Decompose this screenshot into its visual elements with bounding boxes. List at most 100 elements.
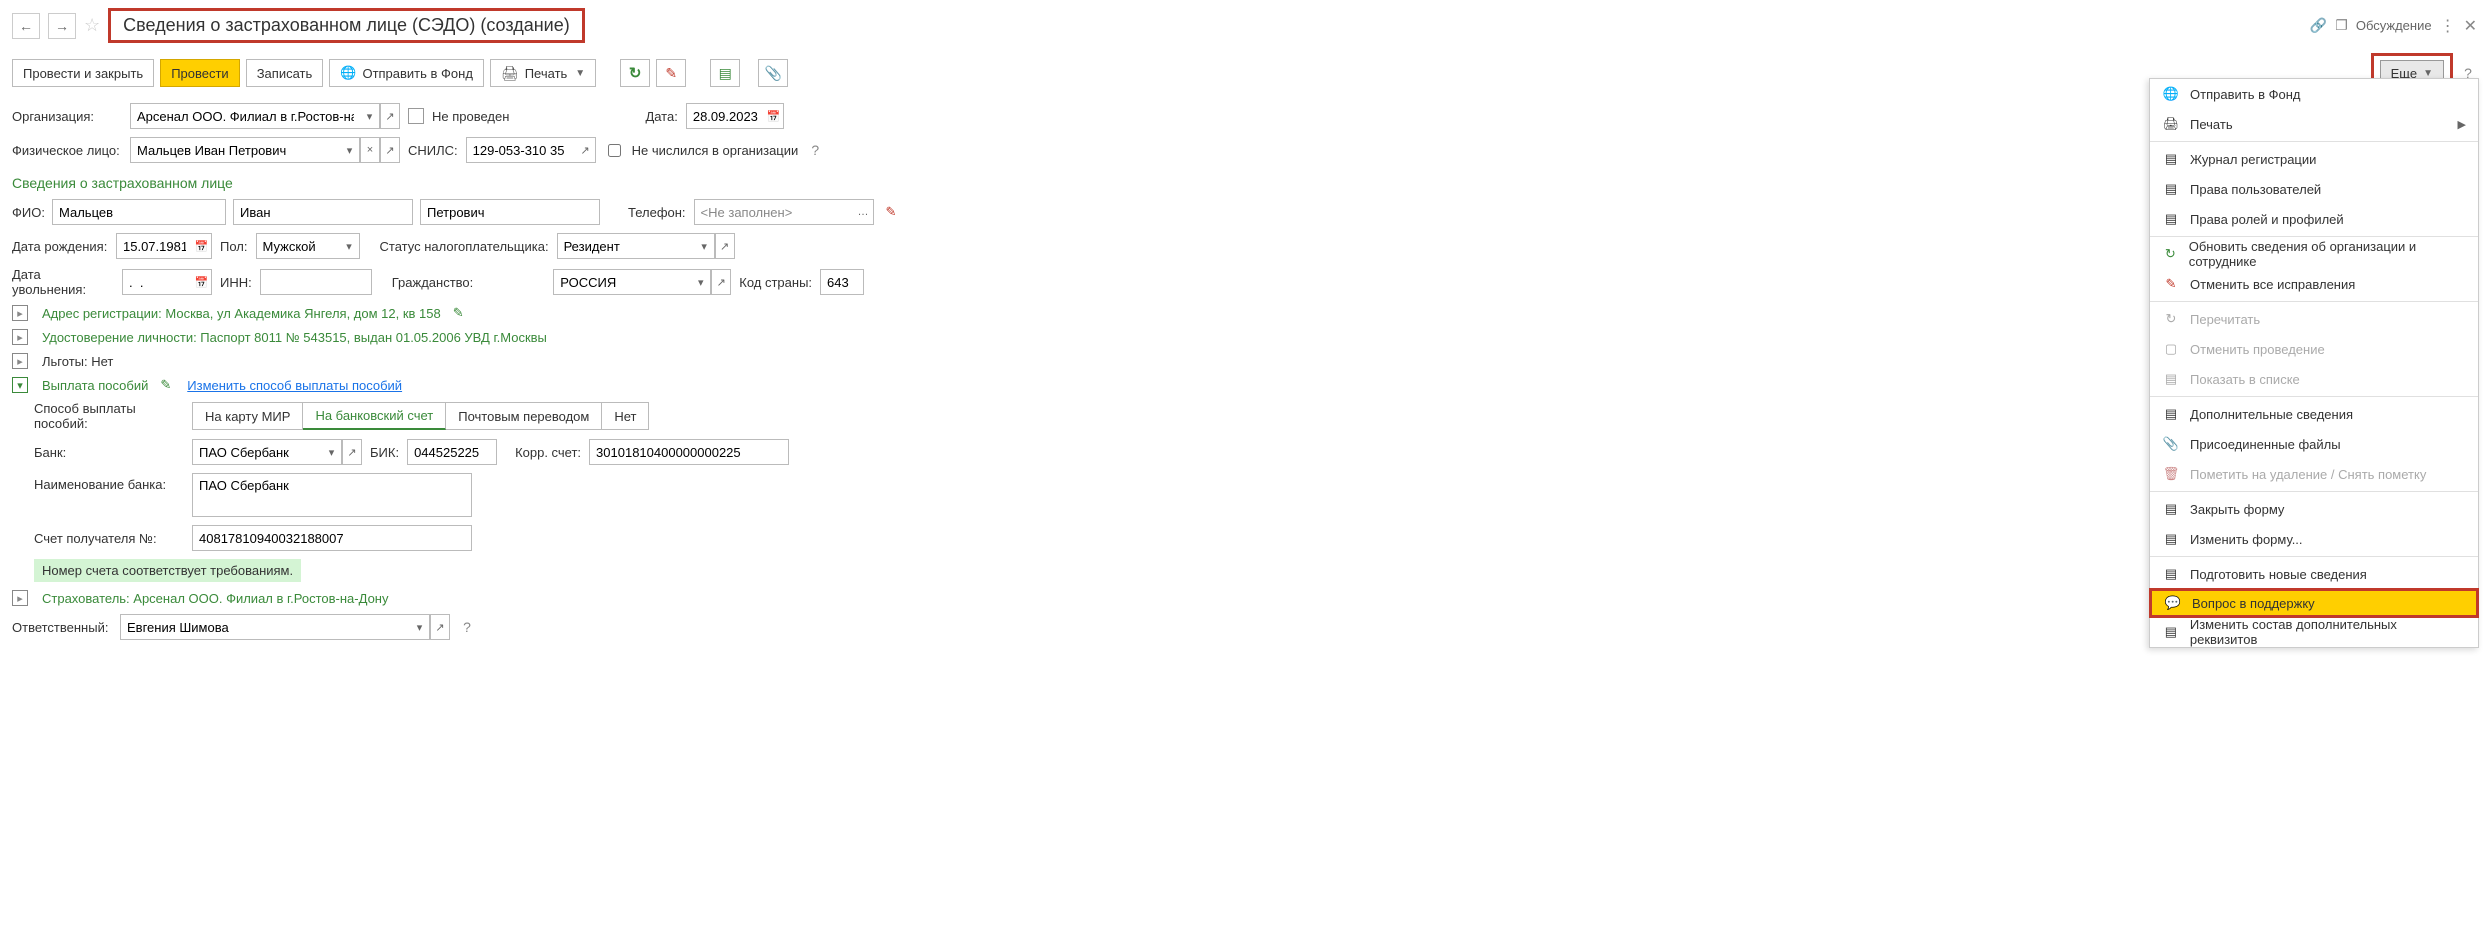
inn-input[interactable] xyxy=(260,269,372,295)
person-field[interactable]: ▾ × ↗ xyxy=(130,137,400,163)
sex-field[interactable]: ▾ xyxy=(256,233,360,259)
bik-input[interactable] xyxy=(407,439,497,465)
dismiss-date-input[interactable] xyxy=(122,269,192,295)
person-open-btn[interactable]: ↗ xyxy=(380,137,400,163)
org-dropdown-btn[interactable]: ▾ xyxy=(360,103,380,129)
tax-status-input[interactable] xyxy=(557,233,695,259)
menu-attached[interactable]: 📎Присоединенные файлы xyxy=(2150,429,2478,459)
post-and-close-button[interactable]: Провести и закрыть xyxy=(12,59,154,87)
phone-edit-icon[interactable] xyxy=(882,204,897,220)
citizenship-open-btn[interactable]: ↗ xyxy=(711,269,731,295)
address-link[interactable]: Адрес регистрации: Москва, ул Академика … xyxy=(42,306,441,321)
date-input[interactable] xyxy=(686,103,764,129)
menu-support[interactable]: 💬Вопрос в поддержку xyxy=(2149,588,2479,618)
citizenship-input[interactable] xyxy=(553,269,691,295)
nav-forward-button[interactable]: → xyxy=(48,13,76,39)
close-icon[interactable]: ✕ xyxy=(2464,16,2477,36)
benefits-expand-toggle[interactable]: ▸ xyxy=(12,353,28,369)
tab-bank[interactable]: На банковский счет xyxy=(303,402,446,430)
phone-field[interactable] xyxy=(694,199,874,225)
tab-mir[interactable]: На карту МИР xyxy=(192,402,303,430)
citizenship-dropdown-btn[interactable]: ▾ xyxy=(691,269,711,295)
person-dropdown-btn[interactable]: ▾ xyxy=(340,137,360,163)
tax-status-field[interactable]: ▾ ↗ xyxy=(557,233,735,259)
sex-dropdown-btn[interactable]: ▾ xyxy=(340,233,360,259)
tab-post[interactable]: Почтовым переводом xyxy=(446,402,602,430)
menu-role-rights[interactable]: ▤Права ролей и профилей xyxy=(2150,204,2478,234)
menu-extra-info[interactable]: ▤Дополнительные сведения xyxy=(2150,399,2478,429)
write-button[interactable]: Записать xyxy=(246,59,324,87)
snils-field[interactable]: ↗ xyxy=(466,137,596,163)
id-expand-toggle[interactable]: ▸ xyxy=(12,329,28,345)
link-icon[interactable]: 🔗 xyxy=(2310,17,2327,34)
identity-link[interactable]: Удостоверение личности: Паспорт 8011 № 5… xyxy=(42,330,547,345)
menu-prepare-new[interactable]: ▤Подготовить новые сведения xyxy=(2150,559,2478,589)
bank-dropdown-btn[interactable]: ▾ xyxy=(322,439,342,465)
citizenship-field[interactable]: ▾ ↗ xyxy=(553,269,731,295)
discussion-link[interactable]: Обсуждение xyxy=(2356,18,2432,33)
menu-print[interactable]: 🖨Печать▶ xyxy=(2150,109,2478,139)
send-to-fund-button[interactable]: Отправить в Фонд xyxy=(329,59,484,87)
kebab-menu-icon[interactable]: ⋮ xyxy=(2440,16,2456,36)
account-input[interactable] xyxy=(192,525,472,551)
menu-cancel-fix[interactable]: ✎Отменить все исправления xyxy=(2150,269,2478,299)
bank-name-textarea[interactable]: ПАО Сбербанк xyxy=(192,473,472,517)
person-clear-btn[interactable]: × xyxy=(360,137,380,163)
menu-user-rights[interactable]: ▤Права пользователей xyxy=(2150,174,2478,204)
calendar-icon[interactable] xyxy=(764,103,784,129)
refresh-button[interactable] xyxy=(620,59,650,87)
person-input[interactable] xyxy=(130,137,340,163)
calendar-icon[interactable] xyxy=(192,233,212,259)
insurer-link[interactable]: Страхователь: Арсенал ООО. Филиал в г.Ро… xyxy=(42,591,388,606)
korr-input[interactable] xyxy=(589,439,789,465)
address-edit-icon[interactable] xyxy=(449,305,464,321)
menu-reload-org[interactable]: ↻Обновить сведения об организации и сотр… xyxy=(2150,239,2478,269)
payout-collapse-toggle[interactable]: ▾ xyxy=(12,377,28,393)
snils-open-btn[interactable]: ↗ xyxy=(576,137,596,163)
payout-title[interactable]: Выплата пособий xyxy=(42,378,148,393)
nav-back-button[interactable]: ← xyxy=(12,13,40,39)
menu-send-fund[interactable]: 🌐Отправить в Фонд xyxy=(2150,79,2478,109)
bank-input[interactable] xyxy=(192,439,322,465)
payout-edit-icon[interactable] xyxy=(156,377,171,393)
responsible-field[interactable]: ▾ ↗ xyxy=(120,614,450,640)
change-payout-link[interactable]: Изменить способ выплаты пособий xyxy=(187,378,402,393)
favorite-star-icon[interactable]: ☆ xyxy=(84,15,100,36)
birth-date-field[interactable] xyxy=(116,233,212,259)
sex-input[interactable] xyxy=(256,233,340,259)
responsible-help-icon[interactable]: ? xyxy=(458,619,476,635)
cancel-corrections-button[interactable] xyxy=(656,59,686,87)
benefits-link[interactable]: Льготы: Нет xyxy=(42,354,113,369)
insurer-expand-toggle[interactable]: ▸ xyxy=(12,590,28,606)
country-code-input[interactable] xyxy=(820,269,864,295)
not-in-org-checkbox[interactable] xyxy=(608,144,621,157)
report-button[interactable] xyxy=(710,59,740,87)
phone-input[interactable] xyxy=(694,199,854,225)
phone-ellipsis-btn[interactable] xyxy=(854,199,874,225)
date-field[interactable] xyxy=(686,103,784,129)
addr-expand-toggle[interactable]: ▸ xyxy=(12,305,28,321)
first-name-input[interactable] xyxy=(233,199,413,225)
last-name-input[interactable] xyxy=(52,199,226,225)
bank-open-btn[interactable]: ↗ xyxy=(342,439,362,465)
menu-change-req[interactable]: ▤Изменить состав дополнительных реквизит… xyxy=(2150,617,2478,647)
print-button[interactable]: Печать▼ xyxy=(490,59,596,87)
windows-icon[interactable]: ❐ xyxy=(2335,17,2348,34)
tax-status-open-btn[interactable]: ↗ xyxy=(715,233,735,259)
org-field[interactable]: ▾ ↗ xyxy=(130,103,400,129)
dismiss-date-field[interactable] xyxy=(122,269,212,295)
org-input[interactable] xyxy=(130,103,360,129)
menu-close-form[interactable]: ▤Закрыть форму xyxy=(2150,494,2478,524)
attachments-button[interactable] xyxy=(758,59,788,87)
tax-status-dropdown-btn[interactable]: ▾ xyxy=(695,233,715,259)
org-open-btn[interactable]: ↗ xyxy=(380,103,400,129)
menu-reg-log[interactable]: ▤Журнал регистрации xyxy=(2150,144,2478,174)
middle-name-input[interactable] xyxy=(420,199,600,225)
bank-field[interactable]: ▾ ↗ xyxy=(192,439,362,465)
responsible-input[interactable] xyxy=(120,614,410,640)
birth-date-input[interactable] xyxy=(116,233,192,259)
post-button[interactable]: Провести xyxy=(160,59,240,87)
menu-change-form[interactable]: ▤Изменить форму... xyxy=(2150,524,2478,554)
responsible-open-btn[interactable]: ↗ xyxy=(430,614,450,640)
snils-input[interactable] xyxy=(466,137,576,163)
